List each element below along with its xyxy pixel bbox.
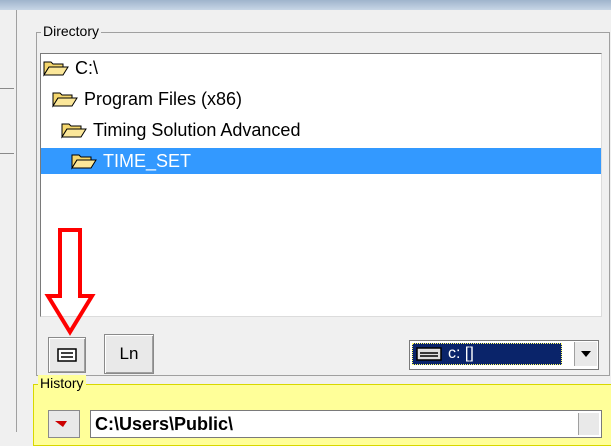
open-folder-icon — [61, 123, 87, 139]
red-marker-icon — [55, 421, 67, 427]
left-panel-edge — [0, 10, 16, 432]
tree-node-timing-solution[interactable]: Timing Solution Advanced — [61, 117, 411, 143]
history-group-title: History — [38, 375, 86, 391]
red-down-arrow-icon — [44, 228, 96, 336]
directory-tree[interactable]: C:\ Program Files (x86) Timing Solution … — [40, 53, 602, 317]
tree-node-time-set[interactable]: TIME_SET — [41, 148, 601, 174]
window-top-edge — [0, 0, 611, 10]
drive-icon — [416, 347, 442, 361]
drive-dropdown-button[interactable] — [574, 342, 597, 366]
history-combobox[interactable]: C:\Users\Public\ — [90, 410, 602, 438]
history-button[interactable] — [48, 410, 80, 438]
history-path: C:\Users\Public\ — [95, 414, 234, 434]
ln-button[interactable]: Ln — [104, 334, 154, 374]
tree-node-label: Timing Solution Advanced — [93, 120, 301, 140]
tree-node-label: C:\ — [75, 58, 99, 78]
directory-group-title: Directory — [41, 23, 102, 39]
open-folder-icon — [52, 92, 78, 108]
tree-node-program-files[interactable]: Program Files (x86) — [52, 86, 352, 112]
tree-node-label: Program Files (x86) — [84, 89, 243, 109]
open-folder-icon — [43, 61, 69, 77]
open-folder-icon — [71, 154, 97, 170]
left-panel-divider — [0, 153, 14, 154]
tree-node-root[interactable]: C:\ — [43, 55, 243, 81]
list-icon — [57, 348, 77, 362]
drive-selected-value: c: [] — [412, 343, 562, 365]
chevron-down-icon — [581, 351, 591, 357]
panel-splitter[interactable] — [16, 10, 17, 432]
drive-label: c: [] — [448, 345, 474, 362]
list-view-button[interactable] — [48, 337, 86, 373]
left-panel-divider — [0, 88, 14, 89]
drive-select[interactable]: c: [] — [409, 340, 599, 370]
tree-node-label: TIME_SET — [103, 151, 192, 171]
